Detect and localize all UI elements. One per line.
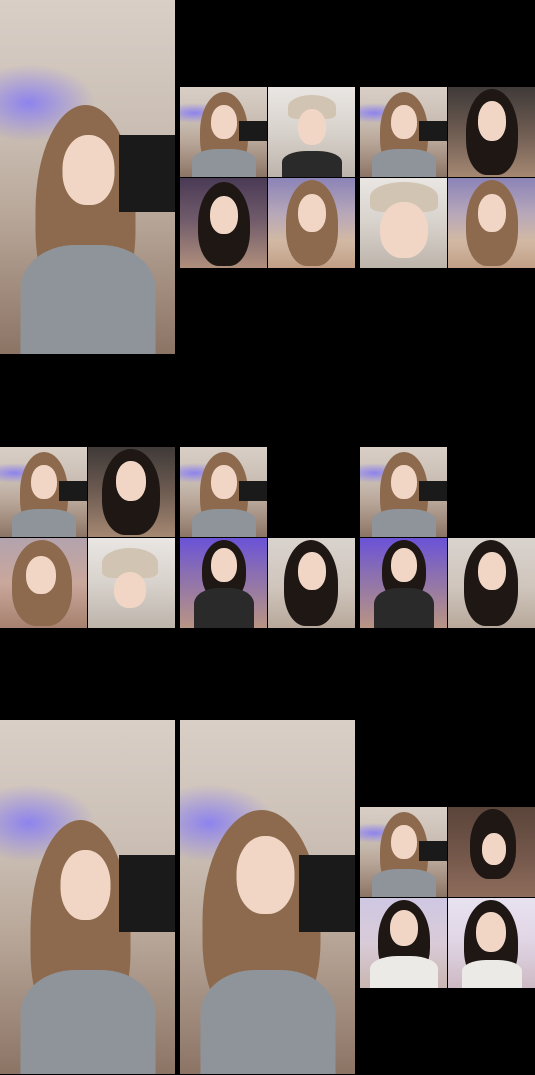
grid-tile[interactable] — [448, 898, 535, 988]
grid-tile[interactable] — [268, 87, 355, 177]
grid-tile[interactable] — [180, 178, 267, 268]
grid-tile[interactable] — [448, 178, 535, 268]
stream-frame-9[interactable] — [360, 720, 535, 1074]
grid-tile[interactable] — [448, 538, 535, 628]
stream-frame-3[interactable] — [360, 0, 535, 354]
streamer-figure — [0, 820, 175, 1074]
stream-frame-1[interactable] — [0, 0, 175, 354]
stream-frame-4[interactable] — [0, 360, 175, 714]
grid-tile[interactable] — [448, 807, 535, 897]
grid-tile[interactable] — [88, 538, 175, 628]
stream-frame-7[interactable] — [0, 720, 175, 1074]
stream-frame-6[interactable] — [360, 360, 535, 714]
grid-tile[interactable] — [360, 178, 447, 268]
streamer-figure — [0, 105, 175, 354]
grid-tile[interactable] — [268, 178, 355, 268]
grid-tile[interactable] — [0, 447, 87, 537]
grid-tile[interactable] — [360, 898, 447, 988]
grid-tile[interactable] — [88, 447, 175, 537]
grid-tile[interactable] — [360, 447, 447, 537]
stream-frame-2[interactable] — [180, 0, 355, 354]
streamer-figure — [180, 810, 355, 1074]
grid-tile[interactable] — [448, 87, 535, 177]
grid-tile[interactable] — [180, 447, 267, 537]
stream-frame-8[interactable] — [180, 720, 355, 1074]
grid-tile[interactable] — [360, 87, 447, 177]
grid-tile[interactable] — [180, 538, 267, 628]
grid-tile[interactable] — [360, 807, 447, 897]
grid-tile[interactable] — [180, 87, 267, 177]
grid-tile[interactable] — [268, 538, 355, 628]
grid-tile[interactable] — [360, 538, 447, 628]
grid-tile[interactable] — [0, 538, 87, 628]
stream-frame-5[interactable] — [180, 360, 355, 714]
